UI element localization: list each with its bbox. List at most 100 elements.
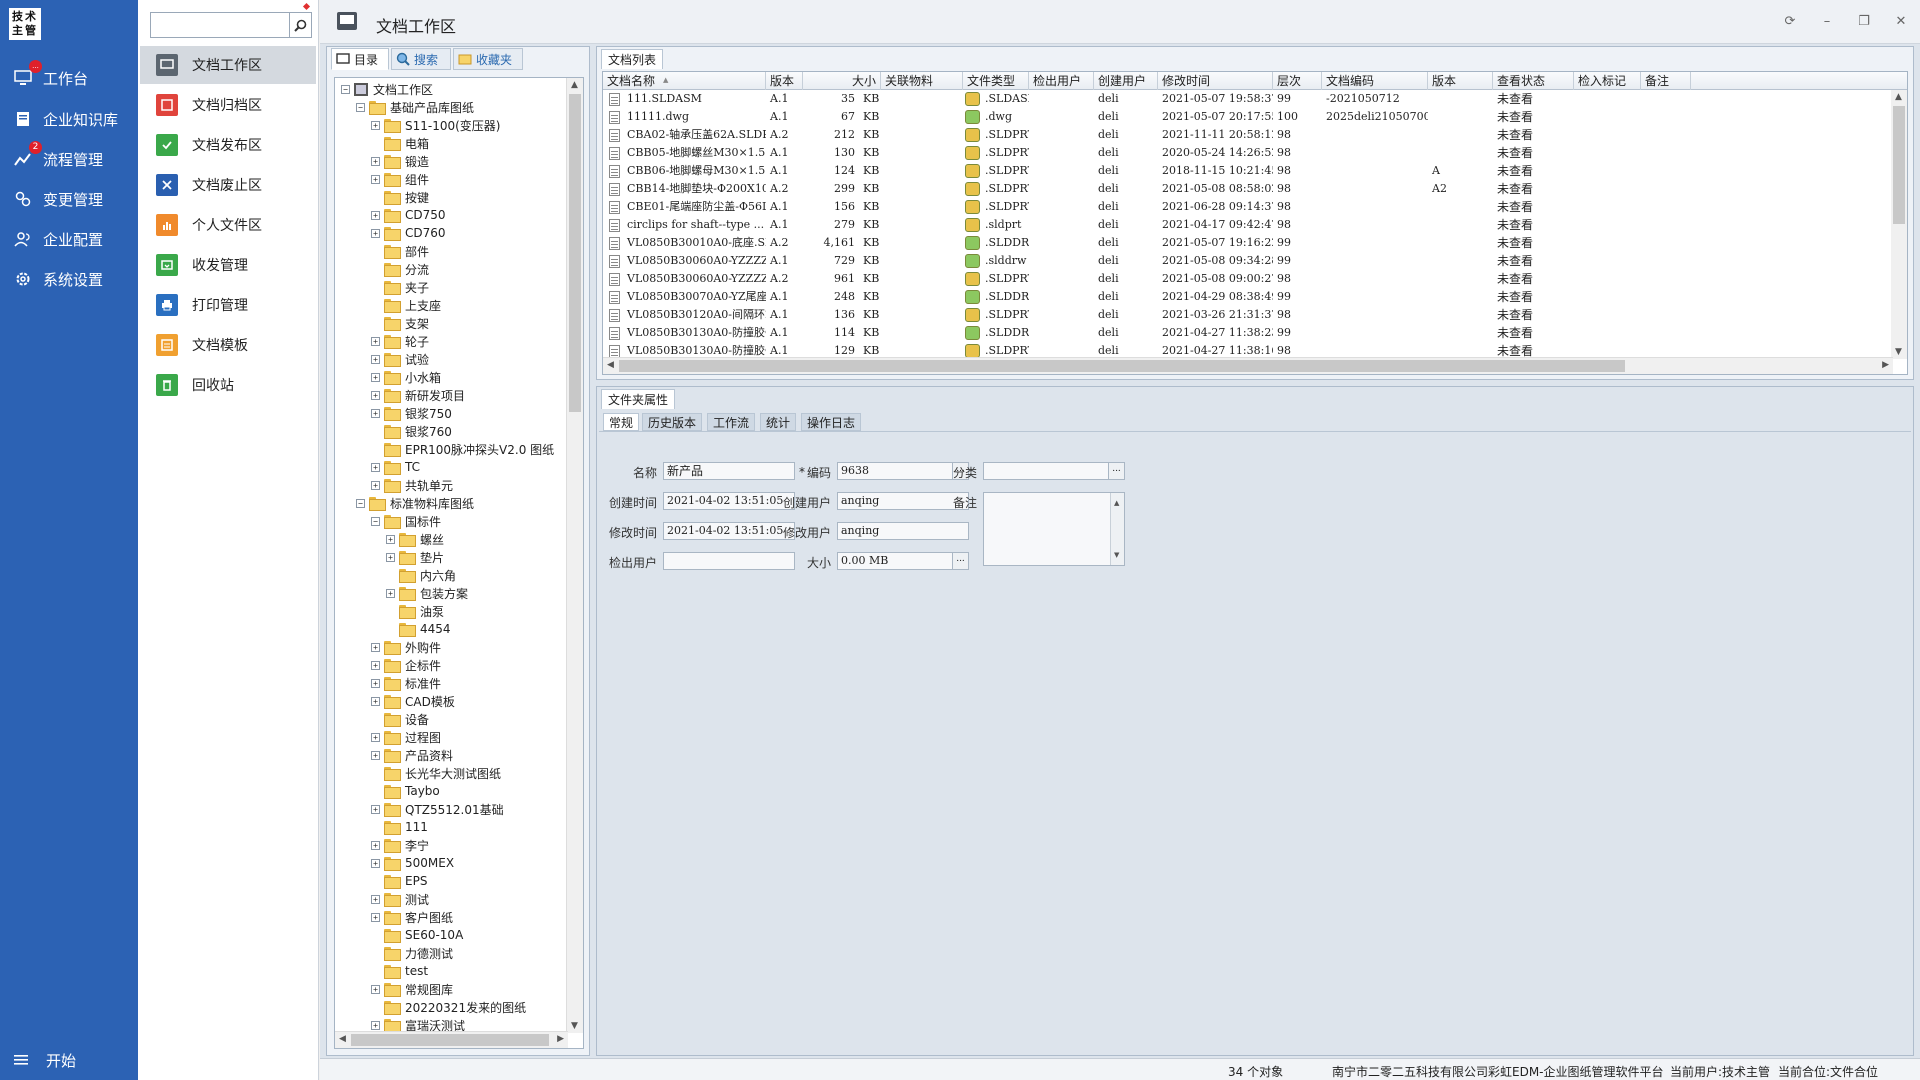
remark-scrollbar[interactable]: ▲ ▼: [1110, 493, 1124, 565]
tree-node[interactable]: + 产品资料: [371, 746, 453, 764]
column-header[interactable]: 检出用户: [1029, 72, 1094, 90]
nav-item-system-settings[interactable]: 系统设置: [0, 261, 138, 297]
tab-search[interactable]: 搜索: [391, 48, 451, 70]
submenu-item-doc-workspace[interactable]: 文档工作区: [140, 46, 316, 84]
table-row[interactable]: VL0850B30130A0-防撞胶Φ90... A.1 114 KB .SLDDRW d…: [603, 324, 1893, 342]
expand-toggle-icon[interactable]: +: [371, 678, 380, 688]
expand-toggle-icon[interactable]: −: [356, 102, 365, 112]
tree-node[interactable]: + 过程图: [371, 728, 441, 746]
table-row[interactable]: VL0850B30010A0-底座.SLDDRW A.2 4,161 KB .SLDDR…: [603, 234, 1893, 252]
tree-node[interactable]: − 文档工作区: [341, 80, 433, 98]
tree-node[interactable]: 油泵: [386, 602, 444, 620]
table-row[interactable]: VL0850B30060A0-YZZZZ马达... A.1 729 KB .slddrw…: [603, 252, 1893, 270]
tab-favorites[interactable]: 收藏夹: [453, 48, 523, 70]
tab-statistics[interactable]: 统计: [760, 413, 797, 431]
expand-toggle-icon[interactable]: +: [371, 336, 380, 346]
expand-toggle-icon[interactable]: +: [371, 354, 380, 364]
expand-toggle-icon[interactable]: +: [371, 174, 380, 184]
tree-node[interactable]: + 银浆750: [371, 404, 452, 422]
column-header[interactable]: 查看状态: [1493, 72, 1574, 90]
table-row[interactable]: CBB14-地脚垫块-Φ200X100.... A.2 299 KB .SLDPRT de…: [603, 180, 1893, 198]
tree-horizontal-scrollbar[interactable]: ◀ ▶: [335, 1031, 568, 1048]
tab-general[interactable]: 常规: [603, 413, 640, 431]
expand-toggle-icon[interactable]: +: [386, 552, 395, 562]
submenu-item-doc-obsolete[interactable]: 文档废止区: [140, 166, 316, 204]
expand-toggle-icon[interactable]: +: [371, 660, 380, 670]
tree-node[interactable]: 内六角: [386, 566, 456, 584]
tree-node[interactable]: 长光华大测试图纸: [371, 764, 501, 782]
category-field[interactable]: ...: [983, 462, 1125, 480]
tree-node[interactable]: − 国标件: [371, 512, 441, 530]
scroll-thumb[interactable]: [619, 360, 1625, 372]
table-row[interactable]: VL0850B30060A0-YZZZZ马达... A.2 961 KB .SLDPRT…: [603, 270, 1893, 288]
tree-node[interactable]: + 小水箱: [371, 368, 441, 386]
expand-toggle-icon[interactable]: +: [371, 408, 380, 418]
expand-toggle-icon[interactable]: +: [386, 588, 395, 598]
close-button[interactable]: ✕: [1891, 11, 1911, 31]
tree-node[interactable]: + 测试: [371, 890, 429, 908]
created-time-field[interactable]: 2021-04-02 13:51:05: [663, 492, 795, 510]
nav-item-workbench[interactable]: ... 工作台: [0, 60, 138, 96]
tree-node[interactable]: 夹子: [371, 278, 429, 296]
tree-node[interactable]: 力德测试: [371, 944, 453, 962]
remark-textarea[interactable]: ▲ ▼: [983, 492, 1125, 566]
tab-operation-log[interactable]: 操作日志: [801, 413, 862, 431]
tree-node[interactable]: + 标准件: [371, 674, 441, 692]
table-row[interactable]: CBB05-地脚螺丝M30×1.5×1... A.1 130 KB .SLDPRT del…: [603, 144, 1893, 162]
submenu-item-personal-files[interactable]: 个人文件区: [140, 206, 316, 244]
expand-toggle-icon[interactable]: +: [371, 984, 380, 994]
column-header[interactable]: 关联物料: [881, 72, 963, 90]
submenu-item-recycle-bin[interactable]: 回收站: [140, 366, 316, 404]
table-row[interactable]: 11111.dwg A.1 67 KB .dwg deli 2021-05-07 20:17…: [603, 108, 1893, 126]
minimize-button[interactable]: –: [1817, 11, 1837, 31]
tree-node[interactable]: 电箱: [371, 134, 429, 152]
column-header[interactable]: 文件类型: [963, 72, 1029, 90]
scroll-thumb[interactable]: [351, 1034, 549, 1046]
tree-node[interactable]: + CD750: [371, 206, 446, 224]
expand-toggle-icon[interactable]: +: [371, 1020, 380, 1030]
restore-button[interactable]: ❐: [1854, 11, 1874, 31]
column-header[interactable]: 大小: [803, 72, 881, 90]
column-header[interactable]: 版本: [1428, 72, 1493, 90]
size-calc-button[interactable]: ...: [952, 553, 968, 569]
tree-node[interactable]: + 企标件: [371, 656, 441, 674]
tree-node[interactable]: + 李宁: [371, 836, 429, 854]
submenu-item-print[interactable]: 打印管理: [140, 286, 316, 324]
tab-folder-properties[interactable]: 文件夹属性: [601, 389, 676, 409]
submenu-item-doc-archive[interactable]: 文档归档区: [140, 86, 316, 124]
column-header[interactable]: 创建用户: [1094, 72, 1158, 90]
tree-node[interactable]: + 共轨单元: [371, 476, 453, 494]
expand-toggle-icon[interactable]: +: [371, 210, 380, 220]
tree-node[interactable]: 分流: [371, 260, 429, 278]
expand-toggle-icon[interactable]: +: [371, 894, 380, 904]
table-row[interactable]: circlips for shaft--type ... A.1 279 KB .sld…: [603, 216, 1893, 234]
tree-node[interactable]: 支架: [371, 314, 429, 332]
start-button[interactable]: 开始: [0, 1040, 138, 1080]
tree-node[interactable]: 20220321发来的图纸: [371, 998, 526, 1016]
table-row[interactable]: 111.SLDASM A.1 35 KB .SLDASM deli 2021-05-07 1…: [603, 90, 1893, 108]
refresh-button[interactable]: ⟳: [1780, 11, 1800, 31]
tree-node[interactable]: EPR100脉冲探头V2.0 图纸: [371, 440, 554, 458]
submenu-item-doc-publish[interactable]: 文档发布区: [140, 126, 316, 164]
expand-toggle-icon[interactable]: +: [371, 732, 380, 742]
expand-toggle-icon[interactable]: +: [371, 480, 380, 490]
expand-toggle-icon[interactable]: +: [371, 750, 380, 760]
search-button[interactable]: [290, 12, 312, 38]
tree-node[interactable]: − 标准物料库图纸: [356, 494, 474, 512]
table-row[interactable]: VL0850B30070A0-YZ尾座.SLDDRW A.1 248 KB .SLDDR…: [603, 288, 1893, 306]
modifier-field[interactable]: anqing: [837, 522, 969, 540]
tree-vertical-scrollbar[interactable]: ▲ ▼: [566, 78, 583, 1033]
expand-toggle-icon[interactable]: +: [371, 804, 380, 814]
checkout-user-field[interactable]: [663, 552, 795, 570]
column-header[interactable]: 检入标记: [1574, 72, 1641, 90]
table-row[interactable]: CBE01-尾端座防尘盖-Φ56L3.... A.1 156 KB .SLDPRT del…: [603, 198, 1893, 216]
nav-item-workflow[interactable]: 2 流程管理: [0, 141, 138, 177]
tree-node[interactable]: 111: [371, 818, 428, 836]
tree-node[interactable]: − 基础产品库图纸: [356, 98, 474, 116]
expand-toggle-icon[interactable]: +: [371, 390, 380, 400]
grid-vertical-scrollbar[interactable]: ▲ ▼: [1891, 90, 1907, 359]
tree-node[interactable]: + 螺丝: [386, 530, 444, 548]
tree-node[interactable]: + CAD模板: [371, 692, 455, 710]
tree-node[interactable]: + 组件: [371, 170, 429, 188]
tree-node[interactable]: + 锻造: [371, 152, 429, 170]
